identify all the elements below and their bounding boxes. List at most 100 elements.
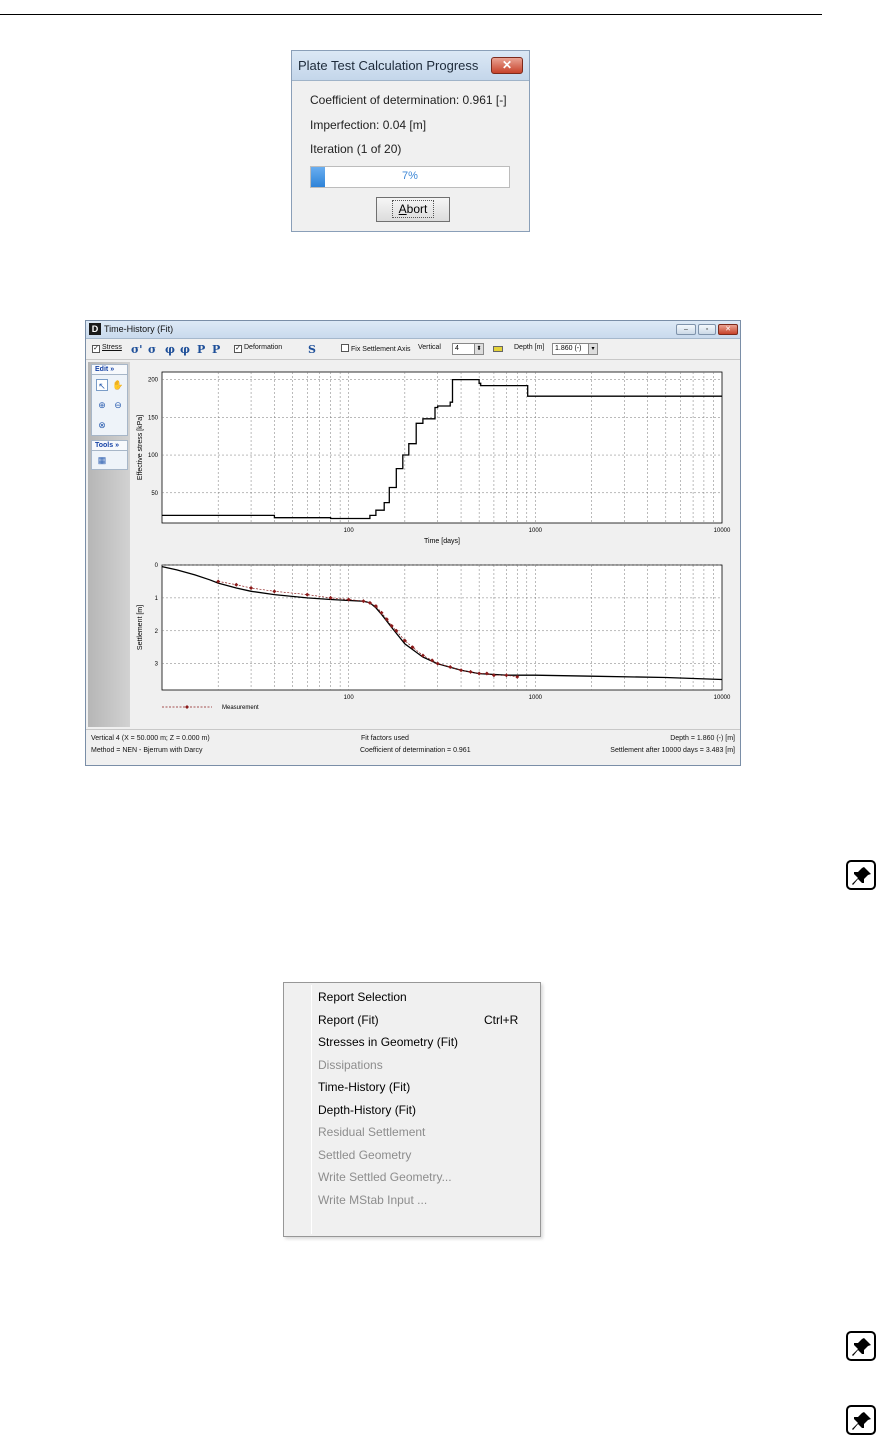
- dialog-title: Plate Test Calculation Progress: [298, 58, 479, 73]
- abort-button[interactable]: Abort: [376, 197, 450, 222]
- x-tick-label: 1000: [529, 528, 543, 534]
- depth-select[interactable]: 1.860 (-) ▾: [552, 343, 598, 355]
- menu-item-write-mstab-input: Write MStab Input ...: [318, 1192, 428, 1207]
- check-icon: ✓: [92, 345, 100, 353]
- y-tick-label: 200: [148, 378, 159, 384]
- menu-item-residual-settlement: Residual Settlement: [318, 1125, 426, 1139]
- menu-item-write-settled-geometry: Write Settled Geometry...: [318, 1170, 452, 1184]
- abort-button-label: Abort: [391, 200, 435, 218]
- menu-item-report-fit[interactable]: Report (Fit): [318, 1009, 379, 1031]
- edit-panel: Edit » ↖ ✋ ⊕ ⊖ ⊗: [91, 364, 128, 436]
- collapse-icon[interactable]: »: [110, 366, 114, 373]
- y-tick-label: 50: [151, 491, 158, 497]
- y-tick-label: 0: [155, 563, 159, 569]
- phi-c-icon[interactable]: φ: [180, 343, 190, 356]
- minimize-button[interactable]: –: [676, 324, 696, 335]
- progress-dialog: Plate Test Calculation Progress ✕ Coeffi…: [291, 50, 530, 232]
- abort-rest: bort: [406, 202, 428, 216]
- x-tick-label: 10000: [714, 528, 731, 534]
- chevron-down-icon[interactable]: ▾: [588, 344, 597, 354]
- spin-arrows-icon[interactable]: ⬍: [474, 344, 483, 354]
- legend-label: Measurement: [222, 705, 259, 711]
- restore-icon: ▫: [705, 326, 709, 333]
- sigma-prime-icon[interactable]: σ': [131, 343, 142, 356]
- progress-label: 7%: [402, 170, 418, 182]
- edit-panel-header[interactable]: Edit »: [92, 365, 127, 375]
- window-title-bar[interactable]: D Time-History (Fit) – ▫ ✕: [86, 321, 740, 339]
- tools-panel: Tools » ▦: [91, 440, 128, 470]
- vertical-value: 4: [455, 345, 459, 352]
- side-panel: Edit » ↖ ✋ ⊕ ⊖ ⊗ Tools » ▦: [88, 362, 130, 727]
- p-sub-icon[interactable]: P: [212, 343, 220, 356]
- menu-item-dissipations: Dissipations: [318, 1057, 383, 1072]
- tools-label: Tools: [95, 442, 114, 449]
- deformation-label: Deformation: [244, 344, 283, 351]
- note-pin-icon: [846, 1405, 876, 1435]
- time-history-window: D Time-History (Fit) – ▫ ✕ ✓ Stress σ' σ …: [85, 320, 741, 766]
- tools-panel-header[interactable]: Tools »: [92, 441, 127, 451]
- pin-icon: [852, 867, 871, 885]
- x-axis-label: Time [days]: [424, 538, 460, 545]
- progress-bar: 7%: [310, 166, 510, 188]
- sigma-icon[interactable]: σ: [148, 343, 156, 356]
- menu-item-stresses-in-geometry-fit[interactable]: Stresses in Geometry (Fit): [318, 1031, 458, 1053]
- ruler-icon[interactable]: [493, 346, 503, 352]
- menu-item-depth-history-fit[interactable]: Depth-History (Fit): [318, 1099, 416, 1121]
- status-method: Method = NEN - Bjerrum with Darcy: [91, 747, 203, 754]
- phi-icon[interactable]: φ: [165, 343, 175, 356]
- fix-axis-checkbox[interactable]: Fix Settlement Axis: [341, 344, 411, 353]
- vertical-label: Vertical: [418, 344, 441, 351]
- deformation-checkbox[interactable]: ✓ Deformation: [234, 344, 282, 353]
- pin-icon: [852, 1412, 871, 1430]
- y-tick-label: 100: [148, 453, 159, 459]
- close-button[interactable]: ✕: [491, 57, 523, 74]
- y-tick-label: 1: [155, 596, 159, 602]
- charts-area: 50100150200100 1000 10000Time [days]Effect…: [132, 362, 738, 726]
- app-logo-icon: D: [89, 323, 101, 335]
- stress-label: Stress: [102, 344, 122, 351]
- checkbox-box: [341, 344, 349, 352]
- dialog-title-bar[interactable]: Plate Test Calculation Progress ✕: [292, 51, 529, 81]
- x-tick-label: 10000: [714, 695, 731, 701]
- edit-label: Edit: [95, 366, 109, 373]
- x-tick-label: 1000: [529, 695, 543, 701]
- status-bar: Vertical 4 (X = 50.000 m; Z = 0.000 m) M…: [86, 729, 740, 765]
- window-close-button[interactable]: ✕: [718, 324, 738, 335]
- menu-item-settled-geometry: Settled Geometry: [318, 1147, 412, 1162]
- pan-hand-icon[interactable]: ✋: [112, 379, 124, 391]
- zoom-out-icon[interactable]: ⊖: [112, 399, 124, 411]
- menu-item-time-history-fit[interactable]: Time-History (Fit): [318, 1076, 410, 1098]
- depth-value: 1.860 (-): [555, 345, 582, 352]
- y-axis-label: Effective stress [kPa]: [137, 415, 144, 480]
- p-icon[interactable]: P: [197, 343, 205, 356]
- legend-marker: [185, 705, 189, 709]
- zoom-limits-icon[interactable]: ⊗: [96, 419, 108, 431]
- y-axis-label: Settlement [m]: [137, 605, 144, 650]
- pointer-icon[interactable]: ↖: [96, 379, 108, 391]
- ruler-tool-icon[interactable]: ▦: [96, 454, 108, 466]
- note-pin-icon: [846, 1331, 876, 1361]
- s-icon[interactable]: S: [308, 343, 316, 356]
- vertical-spinner[interactable]: 4 ⬍: [452, 343, 484, 355]
- collapse-icon[interactable]: »: [115, 442, 119, 449]
- menu-item-shortcut: Ctrl+R: [484, 1012, 519, 1027]
- zoom-in-icon[interactable]: ⊕: [96, 399, 108, 411]
- stress-checkbox[interactable]: ✓ Stress: [92, 344, 122, 353]
- x-tick-label: 100: [344, 695, 355, 701]
- note-pin-icon: [846, 860, 876, 890]
- x-tick-label: 100: [344, 528, 355, 534]
- pin-icon: [852, 1338, 871, 1356]
- page-top-rule: [0, 14, 822, 15]
- status-vertical: Vertical 4 (X = 50.000 m; Z = 0.000 m): [91, 735, 210, 742]
- close-icon: ✕: [501, 58, 513, 72]
- restore-button[interactable]: ▫: [698, 324, 716, 335]
- close-icon: ✕: [725, 326, 731, 333]
- y-tick-label: 2: [155, 629, 159, 635]
- menu-gutter: [311, 985, 312, 1234]
- window-title: Time-History (Fit): [104, 324, 174, 334]
- menu-item-report-selection[interactable]: Report Selection: [318, 986, 407, 1008]
- status-fit-factors: Fit factors used: [361, 735, 409, 742]
- imperfection-text: Imperfection: 0.04 [m]: [310, 118, 427, 132]
- y-tick-label: 150: [148, 415, 159, 421]
- minimize-icon: –: [684, 326, 688, 333]
